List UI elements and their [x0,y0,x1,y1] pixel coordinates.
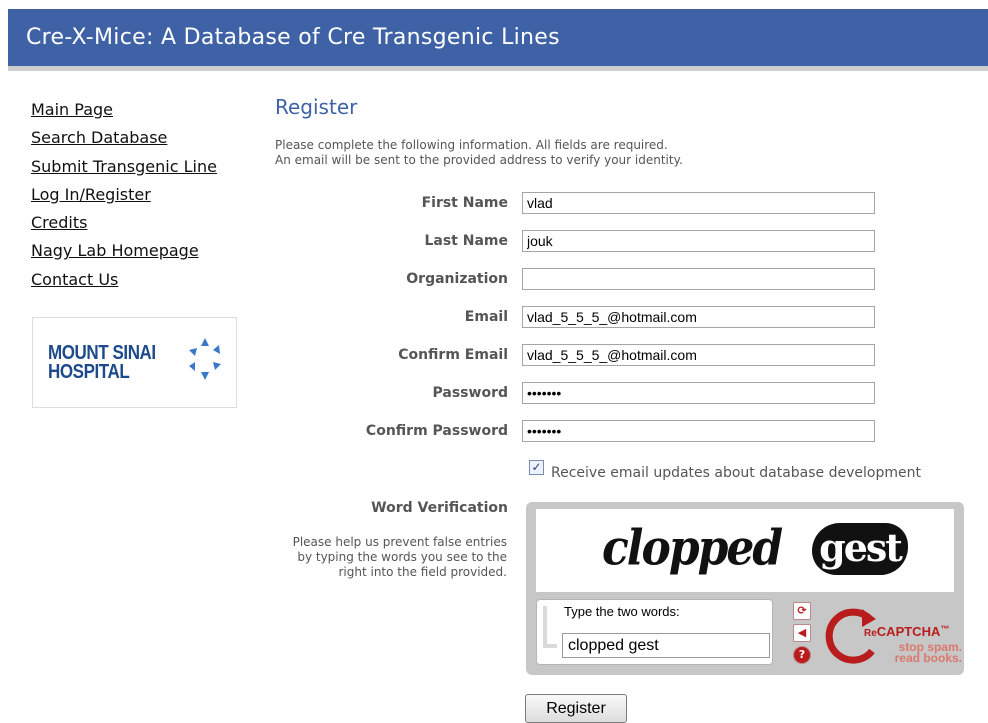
captcha-response-input[interactable] [562,633,770,658]
site-title: Cre-X-Mice: A Database of Cre Transgenic… [26,25,560,50]
sidebar-item-nagy-lab-homepage[interactable]: Nagy Lab Homepage [31,237,217,265]
header-bar: Cre-X-Mice: A Database of Cre Transgenic… [8,9,988,71]
password-label: Password [432,385,508,401]
confirm-email-label: Confirm Email [398,347,508,363]
word-verification-help: Please help us prevent false entries by … [292,535,507,579]
sidebar-item-credits[interactable]: Credits [31,209,217,237]
captcha-entry-box: Type the two words: [536,599,773,665]
recaptcha-tagline: stop spam. read books. [882,641,962,665]
help-icon[interactable]: ? [793,646,811,664]
recaptcha-brand-prefix: Re [864,628,877,639]
first-name-label: First Name [421,195,508,211]
sidebar-item-contact-us[interactable]: Contact Us [31,266,217,294]
audio-icon[interactable]: ◀ [793,624,811,642]
captcha-image: clopped gest [536,509,954,592]
intro-line-2: An email will be sent to the provided ad… [275,153,683,167]
sidebar-item-login-register[interactable]: Log In/Register [31,181,217,209]
recaptcha-brand-name: CAPTCHA [876,624,941,639]
recaptcha-widget: clopped gest Type the two words: ⟳ ◀ ? R… [526,502,964,675]
star-of-david-icon [189,338,221,380]
word-verification-title: Word Verification [371,500,508,516]
email-field[interactable] [522,306,875,328]
sidebar-nav: Main Page Search Database Submit Transge… [31,96,217,294]
confirm-email-field[interactable] [522,344,875,366]
logo-text: MOUNT SINAI HOSPITAL [48,343,156,383]
page-title: Register [275,95,358,119]
first-name-field[interactable] [522,192,875,214]
email-updates-checkbox[interactable]: ✓ [529,460,544,475]
last-name-field[interactable] [522,230,875,252]
captcha-prompt: Type the two words: [564,604,680,619]
recaptcha-brand: ReCAPTCHA™ [864,624,949,639]
captcha-word-1: clopped [602,520,783,577]
confirm-password-field[interactable] [522,420,875,442]
organization-field[interactable] [522,268,875,290]
email-updates-label: Receive email updates about database dev… [551,465,921,481]
captcha-word-2: gest [812,523,908,575]
sidebar-item-submit-transgenic-line[interactable]: Submit Transgenic Line [31,153,217,181]
email-label: Email [464,309,508,325]
logo-line-2: HOSPITAL [48,361,130,383]
confirm-password-label: Confirm Password [365,423,508,439]
organization-label: Organization [406,271,508,287]
sidebar-item-search-database[interactable]: Search Database [31,124,217,152]
intro-line-1: Please complete the following informatio… [275,138,668,152]
register-button[interactable]: Register [525,694,627,723]
refresh-icon[interactable]: ⟳ [793,602,811,620]
mount-sinai-logo[interactable]: MOUNT SINAI HOSPITAL [32,317,237,408]
password-field[interactable] [522,382,875,404]
trademark-symbol: ™ [940,624,950,634]
last-name-label: Last Name [424,233,508,249]
intro-text: Please complete the following informatio… [275,138,683,168]
recaptcha-tagline-2: read books. [894,651,962,665]
sidebar-item-main-page[interactable]: Main Page [31,96,217,124]
arrow-icon [543,606,557,648]
